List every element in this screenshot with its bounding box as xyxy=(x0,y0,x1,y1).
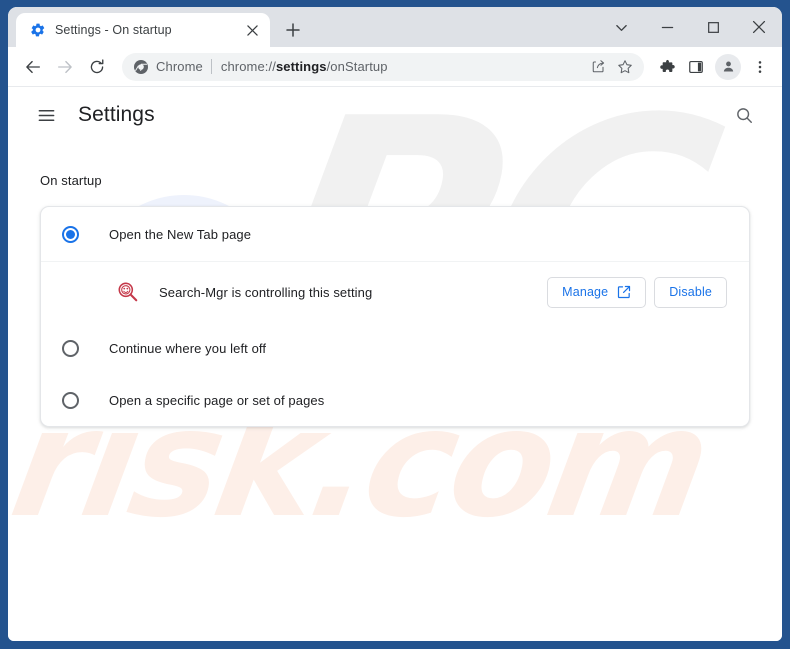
radio-label-new-tab-page: Open the New Tab page xyxy=(109,226,252,242)
minimize-icon xyxy=(661,26,673,28)
controlled-by-extension-row: Search-Mgr is controlling this setting M… xyxy=(41,262,749,322)
radio-label-continue-where-left-off: Continue where you left off xyxy=(109,340,267,356)
side-panel-icon xyxy=(689,60,703,73)
forward-button[interactable] xyxy=(50,52,80,82)
disable-button[interactable]: Disable xyxy=(654,276,727,308)
settings-page: PC risk.com Settings On sta xyxy=(8,87,782,641)
hamburger-menu-button[interactable] xyxy=(30,99,62,131)
section-label-on-startup: On startup xyxy=(40,173,102,188)
forward-arrow-icon xyxy=(58,60,72,73)
reload-icon xyxy=(90,58,104,73)
close-icon xyxy=(752,20,766,34)
omnibox-chip-label: Chrome xyxy=(156,59,203,74)
radio-specific-pages[interactable] xyxy=(62,391,79,409)
address-bar[interactable]: Chrome chrome://settings/onStartup xyxy=(122,52,644,81)
bookmark-star-icon xyxy=(618,59,632,73)
settings-search-button[interactable] xyxy=(726,97,762,133)
browser-window-frame: Settings - On startup Chrome chrome://se… xyxy=(0,0,790,649)
controlled-by-text: Search-Mgr is controlling this setting xyxy=(159,284,373,300)
manage-button-label: Manage xyxy=(562,285,609,299)
radio-continue-where-left-off[interactable] xyxy=(62,339,79,357)
omnibox-url: chrome://settings/onStartup xyxy=(221,59,577,74)
share-button[interactable] xyxy=(585,54,611,80)
disable-button-label: Disable xyxy=(669,285,712,299)
tab-title: Settings - On startup xyxy=(55,23,172,37)
browser-tab-active[interactable]: Settings - On startup xyxy=(16,13,270,47)
radio-option-continue-where-left-off[interactable]: Continue where you left off xyxy=(41,322,749,374)
browser-toolbar: Chrome chrome://settings/onStartup xyxy=(8,47,782,87)
browser-window: Settings - On startup Chrome chrome://se… xyxy=(8,7,782,641)
omnibox-chrome-chip: Chrome xyxy=(133,59,203,75)
settings-header: Settings xyxy=(8,87,782,143)
radio-option-specific-pages[interactable]: Open a specific page or set of pages xyxy=(41,374,749,426)
maximize-icon xyxy=(707,21,719,33)
window-controls xyxy=(598,7,782,47)
search-icon xyxy=(736,107,752,123)
url-highlight: settings xyxy=(275,59,327,74)
profile-avatar-icon xyxy=(723,61,733,72)
browser-menu-button[interactable] xyxy=(746,53,774,81)
url-suffix: /onStartup xyxy=(326,59,388,74)
chevron-down-icon xyxy=(615,24,627,31)
tab-strip: Settings - On startup xyxy=(8,7,782,47)
search-mgr-magnifier-icon xyxy=(118,282,138,302)
side-panel-button[interactable] xyxy=(682,53,710,81)
chrome-logo-icon xyxy=(134,59,148,74)
radio-label-specific-pages: Open a specific page or set of pages xyxy=(109,392,325,408)
maximize-button[interactable] xyxy=(690,7,736,47)
back-arrow-icon xyxy=(26,60,40,73)
on-startup-card: Open the New Tab page Search-Mgr is cont… xyxy=(40,206,750,427)
tab-close-icon[interactable] xyxy=(242,20,262,40)
share-icon xyxy=(592,60,604,73)
omnibox-actions xyxy=(585,54,638,80)
plus-icon xyxy=(286,23,300,37)
radio-option-new-tab-page[interactable]: Open the New Tab page xyxy=(41,207,749,262)
settings-gear-favicon xyxy=(31,23,45,37)
reload-button[interactable] xyxy=(82,52,112,82)
omnibox-separator xyxy=(210,59,212,74)
settings-content: On startup Open the New Tab page Search-… xyxy=(8,173,782,427)
external-link-icon xyxy=(618,285,631,299)
puzzle-piece-icon xyxy=(659,59,675,72)
bookmark-button[interactable] xyxy=(612,54,638,80)
url-prefix: chrome:// xyxy=(220,59,276,74)
back-button[interactable] xyxy=(18,52,48,82)
manage-button[interactable]: Manage xyxy=(547,276,647,308)
hamburger-menu-icon xyxy=(38,109,54,121)
page-title: Settings xyxy=(78,103,155,126)
three-dot-menu-icon xyxy=(758,60,762,73)
controlled-by-actions: Manage Disable xyxy=(547,276,727,308)
close-button[interactable] xyxy=(736,7,782,47)
new-tab-button[interactable] xyxy=(279,16,307,44)
extensions-button[interactable] xyxy=(652,53,680,81)
minimize-button[interactable] xyxy=(644,7,690,47)
radio-new-tab-page[interactable] xyxy=(62,225,79,243)
tab-search-button[interactable] xyxy=(598,7,644,47)
profile-button[interactable] xyxy=(715,53,741,80)
